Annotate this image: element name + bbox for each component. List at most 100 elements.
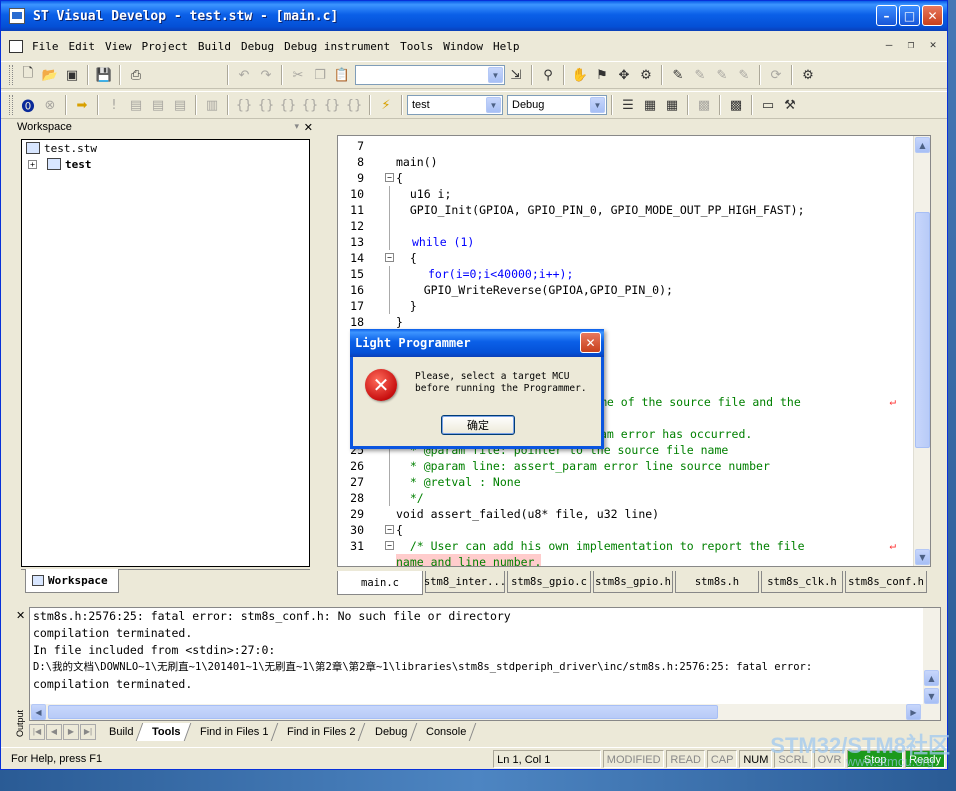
tab-debug[interactable]: Debug (359, 723, 418, 741)
tab-stm8-interrupt[interactable]: stm8_inter... (424, 571, 506, 593)
tab-stm8s-gpio-c[interactable]: stm8s_gpio.c (507, 571, 591, 593)
menu-edit[interactable]: Edit (64, 40, 101, 53)
editor-vertical-scrollbar[interactable]: ▲ ▼ (913, 136, 930, 566)
save-icon[interactable]: 💾 (93, 64, 115, 86)
collapse-icon[interactable]: − (385, 525, 394, 534)
lightning-icon[interactable]: ⚡ (375, 94, 397, 116)
tab-stm8s-gpio-h[interactable]: stm8s_gpio.h (593, 571, 673, 593)
print-icon[interactable]: ⎙ (125, 64, 147, 86)
ok-button[interactable]: 确定 (441, 415, 515, 435)
document-icon[interactable] (9, 39, 23, 53)
tab-console[interactable]: Console (411, 723, 478, 741)
close-icon[interactable]: ✕ (304, 121, 313, 134)
chevron-down-icon[interactable]: ▼ (486, 97, 501, 113)
scroll-left-icon[interactable]: ◀ (31, 704, 46, 720)
minimize-button[interactable]: – (876, 5, 897, 26)
redo-icon[interactable]: ↷ (255, 64, 277, 86)
close-icon[interactable]: ✕ (16, 609, 25, 622)
bookmark-icon[interactable]: ⚑ (591, 64, 613, 86)
tree-item-workspace[interactable]: test.stw (22, 140, 309, 156)
refresh-icon[interactable]: ⟳ (765, 64, 787, 86)
chip-icon[interactable]: ▩ (693, 94, 715, 116)
run-to-cursor-icon[interactable]: {} (299, 94, 321, 116)
collapse-icon[interactable]: − (385, 253, 394, 262)
new-window-icon[interactable]: ▣ (61, 64, 83, 86)
menu-debug[interactable]: Debug (236, 40, 279, 53)
menu-help[interactable]: Help (488, 40, 525, 53)
mdi-close-button[interactable]: ✕ (925, 38, 941, 52)
binoculars-icon[interactable]: ⚲ (537, 64, 559, 86)
collapse-icon[interactable]: − (385, 173, 394, 182)
watch-icon[interactable]: ✥ (613, 64, 635, 86)
menu-window[interactable]: Window (438, 40, 488, 53)
undo-icon[interactable]: ↶ (233, 64, 255, 86)
options-icon[interactable]: ⚙ (635, 64, 657, 86)
braces-icon[interactable]: {} (343, 94, 365, 116)
menu-debug-instrument[interactable]: Debug instrument (279, 40, 395, 53)
tab-stm8s-h[interactable]: stm8s.h (675, 571, 759, 593)
paste-icon[interactable]: 📋 (331, 64, 353, 86)
step-out-icon[interactable]: {} (277, 94, 299, 116)
mode-combo[interactable]: Debug ▼ (507, 95, 607, 115)
tab-find-in-files-2[interactable]: Find in Files 2 (272, 723, 367, 741)
scroll-up-icon[interactable]: ▲ (915, 137, 930, 153)
scroll-right-icon[interactable]: ▶ (906, 704, 921, 720)
registers-icon[interactable]: ▥ (201, 94, 223, 116)
settings-icon[interactable]: ⚙ (797, 64, 819, 86)
scrollbar-thumb[interactable] (48, 705, 718, 719)
find-icon[interactable]: ⇲ (505, 64, 527, 86)
tab-workspace[interactable]: Workspace (25, 569, 119, 593)
cut-icon[interactable]: ✂ (287, 64, 309, 86)
marker-clear-icon[interactable]: ✎ (733, 64, 755, 86)
tab-main-c[interactable]: main.c (337, 571, 423, 595)
next-tab-icon[interactable]: ▶ (63, 724, 79, 740)
step-back-icon[interactable]: {} (321, 94, 343, 116)
open-folder-icon[interactable]: 📂 (39, 64, 61, 86)
copy-icon[interactable]: ❐ (309, 64, 331, 86)
chevron-down-icon[interactable]: ▼ (590, 97, 605, 113)
menu-build[interactable]: Build (193, 40, 236, 53)
memory-icon[interactable]: ▦ (639, 94, 661, 116)
menu-file[interactable]: File (27, 40, 64, 53)
dialog-close-button[interactable]: ✕ (580, 332, 601, 353)
menu-project[interactable]: Project (137, 40, 193, 53)
debug-stop-icon[interactable]: ⊗ (39, 94, 61, 116)
find-combo[interactable]: ▼ (355, 65, 505, 85)
tools-icon[interactable]: ⚒ (779, 94, 801, 116)
menu-view[interactable]: View (100, 40, 137, 53)
monitor-icon[interactable]: ▭ (757, 94, 779, 116)
debug-start-icon[interactable]: ⓿ (17, 94, 39, 116)
toolbar-grip[interactable] (9, 65, 13, 85)
build-icon[interactable]: ▤ (147, 94, 169, 116)
pin-icon[interactable]: ▾ (294, 121, 299, 132)
programmer-icon[interactable]: ▩ (725, 94, 747, 116)
tab-stm8s-conf-h[interactable]: stm8s_conf.h (845, 571, 927, 593)
close-button[interactable]: ✕ (922, 5, 943, 26)
output-vertical-scrollbar[interactable]: ▲ ▼ (923, 608, 940, 706)
step-over-icon[interactable]: {} (255, 94, 277, 116)
marker-next-icon[interactable]: ✎ (711, 64, 733, 86)
output-panel[interactable]: stm8s.h:2576:25: fatal error: stm8s_conf… (29, 607, 941, 721)
maximize-button[interactable]: □ (899, 5, 920, 26)
chevron-down-icon[interactable]: ▼ (488, 67, 503, 83)
dialog-title-bar[interactable]: Light Programmer ✕ (350, 329, 604, 357)
scroll-down-icon[interactable]: ▼ (915, 549, 930, 565)
rebuild-icon[interactable]: ▤ (169, 94, 191, 116)
exclamation-icon[interactable]: ! (103, 94, 125, 116)
stack-icon[interactable]: ☰ (617, 94, 639, 116)
title-bar[interactable]: ST Visual Develop - test.stw - [main.c] … (1, 1, 947, 31)
calendar-icon[interactable]: ▦ (661, 94, 683, 116)
pen-icon[interactable]: ✎ (667, 64, 689, 86)
scroll-down-icon[interactable]: ▼ (924, 688, 939, 704)
workspace-tree[interactable]: test.stw + test (21, 139, 310, 567)
mdi-restore-button[interactable]: ❐ (903, 38, 919, 52)
tree-item-project[interactable]: + test (22, 156, 309, 172)
hand-icon[interactable]: ✋ (569, 64, 591, 86)
collapse-icon[interactable]: − (385, 541, 394, 550)
tab-stm8s-clk-h[interactable]: stm8s_clk.h (761, 571, 843, 593)
compile-icon[interactable]: ▤ (125, 94, 147, 116)
tab-find-in-files-1[interactable]: Find in Files 1 (184, 723, 279, 741)
output-horizontal-scrollbar[interactable]: ◀ ▶ (30, 704, 940, 720)
new-file-icon[interactable]: 🗋 (17, 64, 39, 86)
last-tab-icon[interactable]: ▶| (80, 724, 96, 740)
